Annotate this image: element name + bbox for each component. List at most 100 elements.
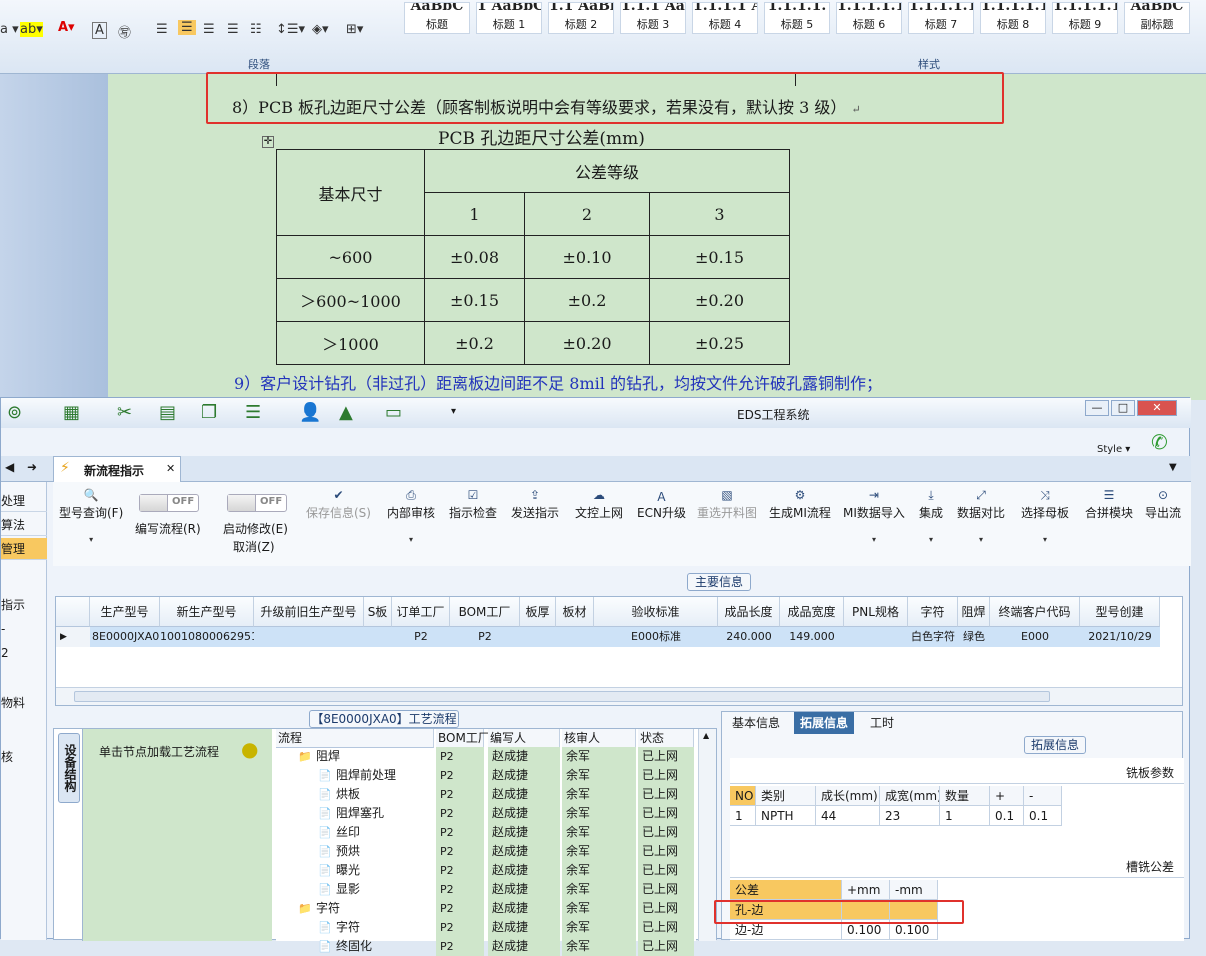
style-cell-9[interactable]: 1.1.1.1.1 标题 9 [1052,2,1118,34]
list-icon[interactable]: ☰ [245,402,261,423]
grid-header[interactable]: BOM工厂 [450,597,520,627]
grid-header[interactable]: PNL规格 [844,597,908,627]
style-cell-2[interactable]: 1.1 AaBb 标题 2 [548,2,614,34]
grid-header[interactable]: 成品长度 [718,597,780,627]
grid-cell[interactable]: 149.000 [780,627,844,647]
device-structure-tab[interactable]: 设备结构 [58,733,80,803]
grid-header[interactable]: 字符 [908,597,958,627]
proc-name[interactable]: 字符 [316,899,340,918]
grid-header[interactable]: S板 [364,597,392,627]
monitor-icon[interactable]: ▭ [385,402,402,423]
toolbar-btn-8[interactable]: ⚙ 生成MI流程 [769,488,831,521]
proc-name[interactable]: 烘板 [336,785,360,804]
user-icon[interactable]: 👤 [299,402,321,423]
grid-cell[interactable]: 240.000 [718,627,780,647]
mill-cell[interactable]: 23 [880,806,940,826]
dropdown-icon[interactable]: ▾ [957,535,1005,544]
minimize-button[interactable]: — [1085,400,1109,416]
grid-cell[interactable]: 白色字符 [908,627,958,647]
style-cell-4[interactable]: 1.1.1.1 A 标题 4 [692,2,758,34]
toolbar-btn-10[interactable]: ⤓ 集成 ▾ [919,488,943,544]
dropdown-icon[interactable]: ▾ [59,535,123,544]
mill-cell[interactable]: 1 [730,806,756,826]
h-scroll-thumb[interactable] [74,691,1050,702]
toolbar-btn-9[interactable]: ⇥ MI数据导入 ▾ [843,488,905,544]
grid-cell[interactable]: E000 [990,627,1080,647]
toolbar-btn-4[interactable]: ⇪ 发送指示 [511,488,559,521]
grid-header[interactable]: 升级前旧生产型号 [254,597,364,627]
toolbar-btn-13[interactable]: ☰ 合拼模块 [1085,488,1133,521]
grid-header[interactable]: 型号创建 [1080,597,1160,627]
proc-name[interactable]: 阻焊 [316,747,340,766]
chart-icon[interactable]: ▲ [339,402,353,423]
grid-cell[interactable]: P2 [450,627,520,647]
grid-cell[interactable] [520,627,556,647]
right-tab-0[interactable]: 基本信息 [726,712,786,734]
toolbar-btn-3[interactable]: ☑ 指示检查 [449,488,497,521]
style-cell-6[interactable]: 1.1.1.1.1 标题 6 [836,2,902,34]
edit-flow-toggle[interactable]: OFF [139,494,199,512]
nav-item-6[interactable]: 物料 [1,692,47,714]
mill-cell[interactable]: NPTH [756,806,816,826]
distributed-icon[interactable]: ☷ [250,22,262,37]
grid-cell[interactable]: 10010800062951 [160,627,254,647]
nav-enter-icon[interactable]: ➜ [27,460,37,474]
proc-name[interactable]: 字符 [336,918,360,937]
toolbar-btn-14[interactable]: ⊙ 导出流 [1145,488,1181,521]
grid-header[interactable]: 验收标准 [594,597,718,627]
grid-cell[interactable] [556,627,594,647]
highlight-icon[interactable]: ab▾ [20,22,43,37]
scissors-icon[interactable]: ✂ [117,402,132,423]
grid-icon[interactable]: ▦ [63,402,80,423]
toolbar-btn-11[interactable]: ⤢ 数据对比 ▾ [957,488,1005,544]
toolbar-btn-5[interactable]: ☁ 文控上网 [575,488,623,521]
proc-name[interactable]: 丝印 [336,823,360,842]
lifebuoy-icon[interactable]: ⊚ [7,402,22,423]
maximize-button[interactable]: □ [1111,400,1135,416]
style-cell-10[interactable]: AaBbC 副标题 [1124,2,1190,34]
grid-header[interactable]: 生产型号 [90,597,160,627]
toolbar-btn-6[interactable]: Ａ ECN升级 [637,488,686,521]
h-scrollbar[interactable] [56,687,1182,705]
font-color-icon[interactable]: A▾ [58,20,75,35]
mill-cell[interactable]: 0.1 [1024,806,1062,826]
proc-name[interactable]: 终固化 [336,937,372,956]
tab-list-icon[interactable]: ▼ [1169,462,1177,473]
right-tab-2[interactable]: 工时 [864,712,900,734]
border-icon[interactable]: ⊞▾ [346,22,363,37]
align-left-icon[interactable]: ☰ [156,22,168,37]
char-border-icon[interactable]: A [92,22,107,39]
style-cell-8[interactable]: 1.1.1.1.1 标题 8 [980,2,1046,34]
cancel-label[interactable]: 取消(Z) [233,538,275,555]
copy-icon[interactable]: ❐ [201,402,217,423]
grid-header[interactable]: 板厚 [520,597,556,627]
phone-icon[interactable]: ✆ [1151,430,1168,454]
auto-modify-toggle[interactable]: OFF [227,494,287,512]
font-dropdown[interactable]: a ▾ [0,22,19,37]
nav-back-icon[interactable]: ◀ [5,460,14,474]
proc-name[interactable]: 预烘 [336,842,360,861]
nav-item-4[interactable]: - [1,618,47,640]
dropdown-icon[interactable]: ▾ [387,535,435,544]
close-button[interactable]: ✕ [1137,400,1177,416]
nav-item-3[interactable]: 指示 [1,594,47,616]
right-tab-1[interactable]: 拓展信息 [794,712,855,734]
scroll-up-icon[interactable]: ▲ [703,731,709,740]
toolbar-btn-12[interactable]: ⤨ 选择母板 ▾ [1021,488,1069,544]
mill-cell[interactable]: 0.1 [990,806,1024,826]
dropdown-icon[interactable]: ▾ [843,535,905,544]
table-move-icon[interactable]: ✛ [262,136,274,148]
grid-cell[interactable]: 8E0000JXA0 [90,627,160,647]
grid-cell[interactable]: 2021/10/29 [1080,627,1160,647]
tab-new-flow[interactable]: ⚡ 新流程指示 ✕ [53,456,181,482]
tab-close-icon[interactable]: ✕ [166,462,175,475]
grid-header[interactable]: 订单工厂 [392,597,450,627]
dropdown-icon[interactable]: ▾ [919,535,943,544]
toolbar-btn-2[interactable]: ⎙ 内部审核 ▾ [387,488,435,544]
mill-cell[interactable]: 1 [940,806,990,826]
nav-item-1[interactable]: 算法 [1,514,47,536]
style-cell-5[interactable]: 1.1.1.1. 标题 5 [764,2,830,34]
film-icon[interactable]: ▤ [159,402,176,423]
line-spacing-icon[interactable]: ↕☰▾ [276,22,305,37]
nav-item-5[interactable]: 2 [1,642,47,664]
